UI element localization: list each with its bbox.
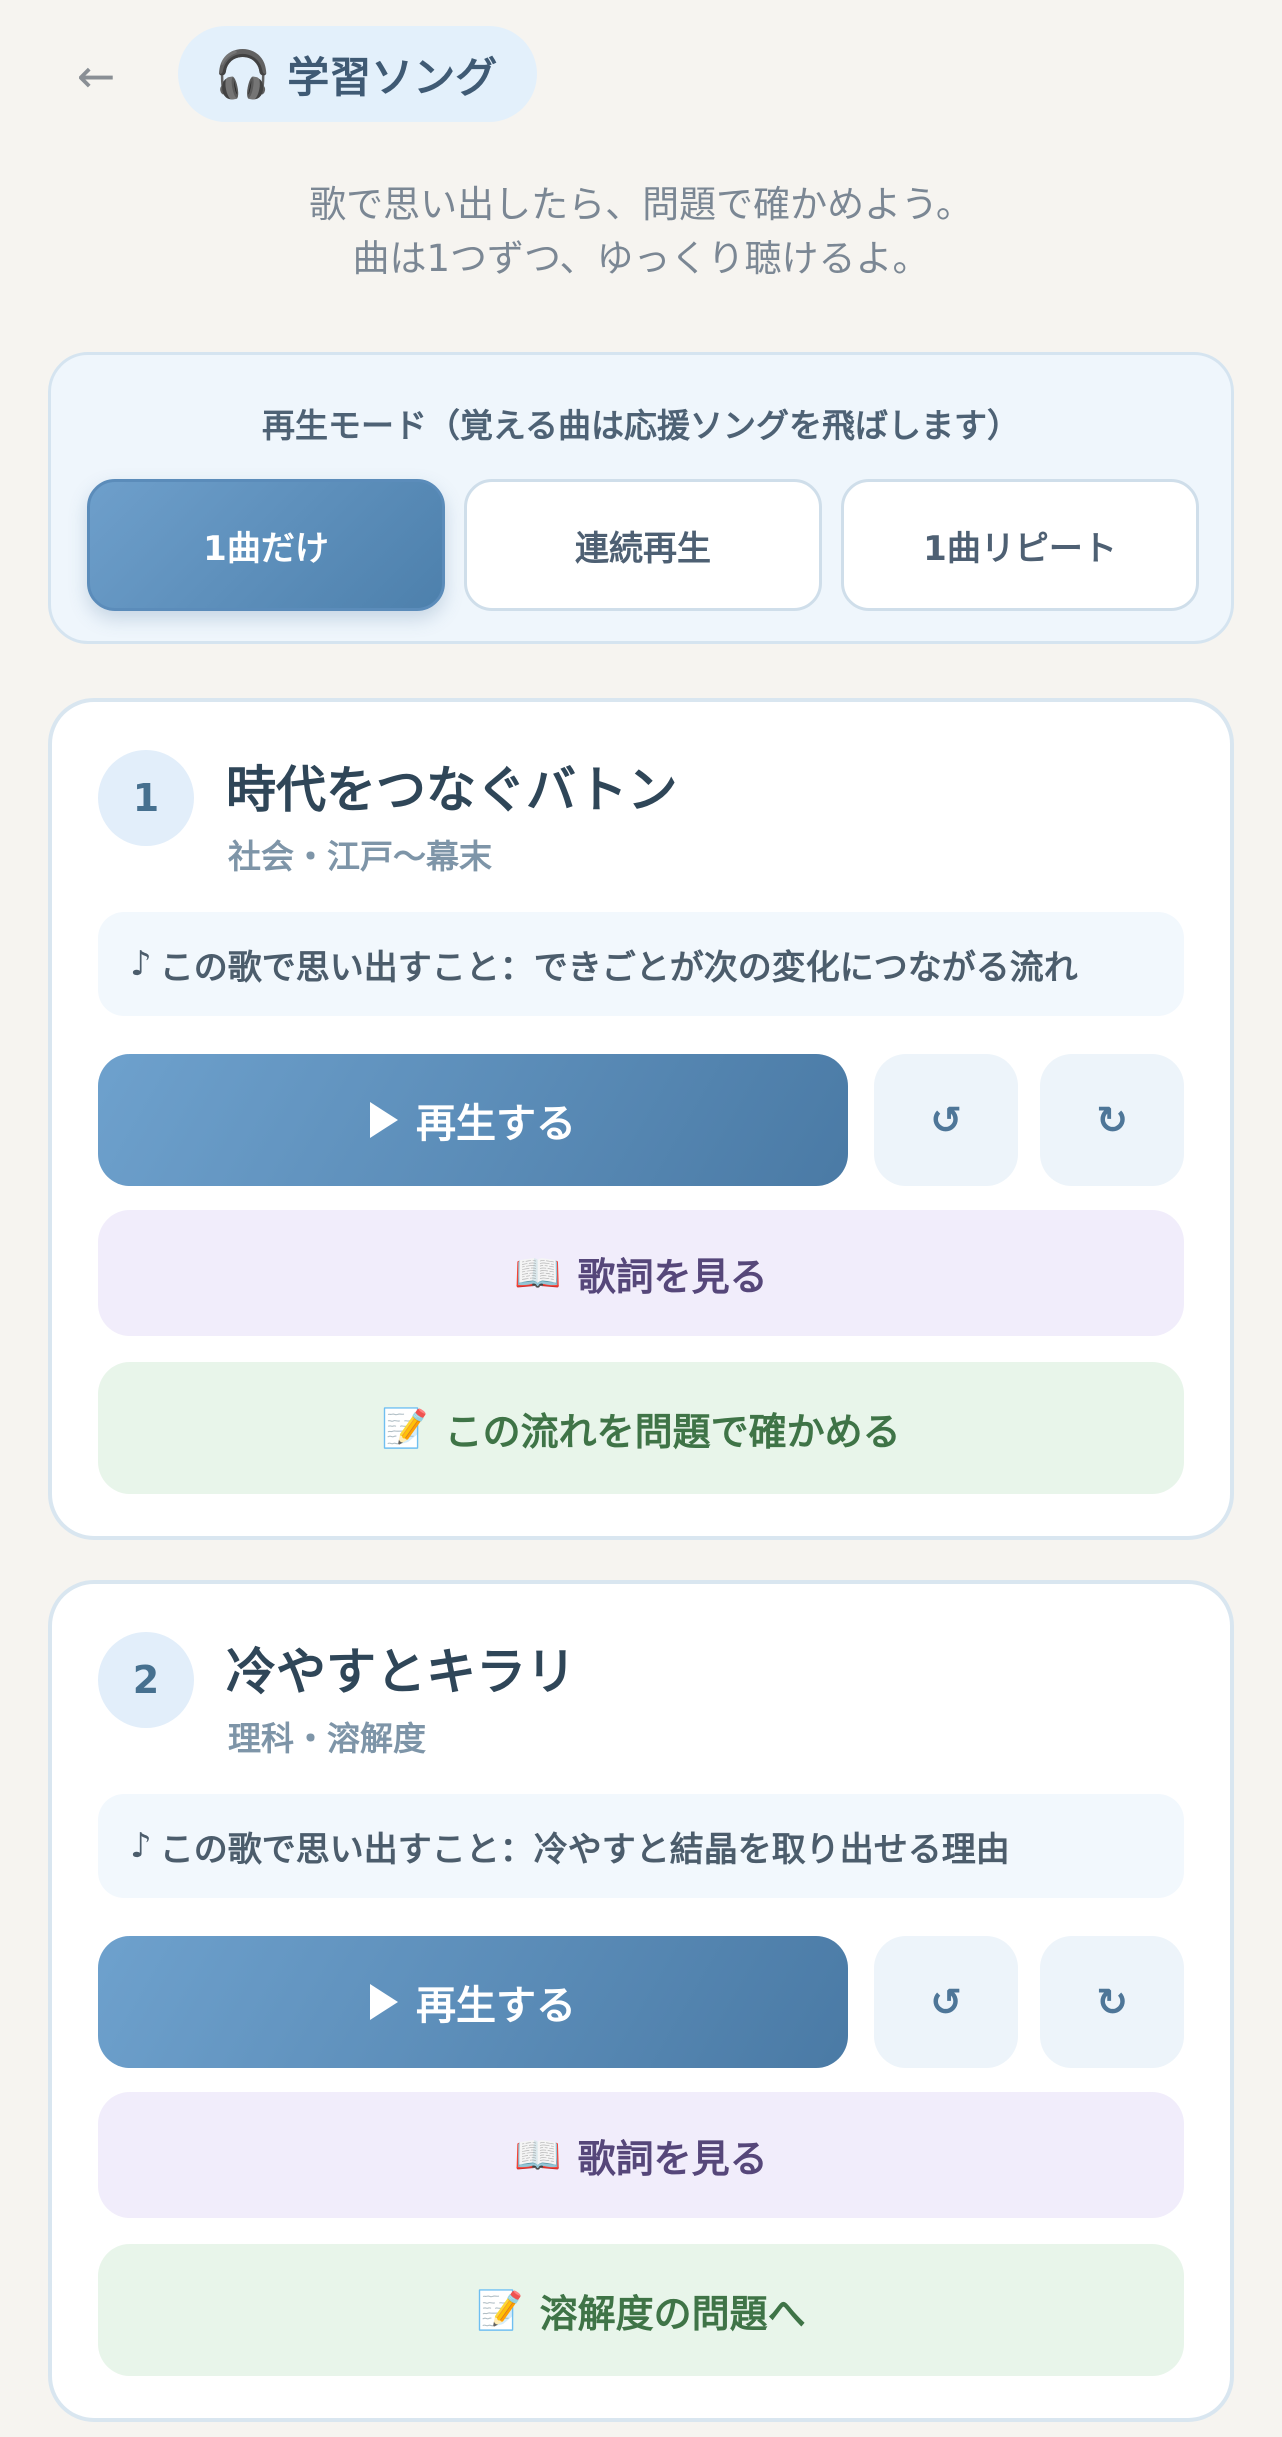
check-questions-label: この流れを問題で確かめる (444, 1409, 901, 1454)
play-label: 再生する (416, 1101, 576, 1147)
forward-button[interactable]: ↻ (1040, 1936, 1184, 2068)
book-icon: 📖 (514, 1251, 562, 1295)
rewind-button[interactable]: ↺ (874, 1054, 1018, 1186)
page-title: 学習ソング (287, 52, 498, 102)
intro-line-1: 歌で思い出したら、問題で確かめよう。 (309, 183, 973, 226)
forward-icon: ↻ (1096, 1098, 1128, 1142)
view-lyrics-label: 歌詞を見る (577, 1254, 768, 1299)
play-label: 再生する (416, 1983, 576, 2029)
playback-mode-panel: 再生モード（覚える曲は応援ソングを飛ばします） 1曲だけ 連続再生 1曲リピート (48, 352, 1234, 644)
rewind-icon: ↺ (930, 1098, 962, 1142)
arrow-left-icon: ← (76, 49, 116, 103)
memo-icon: 📝 (381, 1406, 429, 1450)
song-number: 2 (98, 1632, 194, 1728)
song-title: 冷やすとキラリ (226, 1643, 576, 1701)
page-title-pill: 🎧 学習ソング (178, 26, 538, 122)
song-card: 2 冷やすとキラリ 理科・溶解度 ♪ この歌で思い出すこと：冷やすと結晶を取り出… (48, 1580, 1234, 2422)
playback-mode-title: 再生モード（覚える曲は応援ソングを飛ばします） (261, 406, 1020, 445)
check-questions-button[interactable]: 📝 溶解度の問題へ (98, 2244, 1184, 2376)
music-note-icon: ♪ (130, 1826, 152, 1866)
song-memo-text: この歌で思い出すこと：冷やすと結晶を取り出せる理由 (159, 1829, 1010, 1870)
rewind-icon: ↺ (930, 1980, 962, 2024)
play-icon (370, 1984, 398, 2020)
header: ← 🎧 学習ソング (0, 26, 1282, 122)
view-lyrics-label: 歌詞を見る (577, 2136, 768, 2181)
song-subtitle: 理科・溶解度 (228, 1719, 426, 1758)
view-lyrics-button[interactable]: 📖 歌詞を見る (98, 1210, 1184, 1336)
mode-continuous-button[interactable]: 連続再生 (464, 479, 822, 611)
memo-icon: 📝 (476, 2288, 524, 2332)
play-button[interactable]: 再生する (98, 1054, 848, 1186)
song-memo: ♪ この歌で思い出すこと：冷やすと結晶を取り出せる理由 (98, 1794, 1184, 1898)
play-button[interactable]: 再生する (98, 1936, 848, 2068)
forward-icon: ↻ (1096, 1980, 1128, 2024)
check-questions-button[interactable]: 📝 この流れを問題で確かめる (98, 1362, 1184, 1494)
forward-button[interactable]: ↻ (1040, 1054, 1184, 1186)
view-lyrics-button[interactable]: 📖 歌詞を見る (98, 2092, 1184, 2218)
mode-single-button[interactable]: 1曲だけ (87, 479, 445, 611)
intro-text: 歌で思い出したら、問題で確かめよう。 曲は1つずつ、ゆっくり聴けるよ。 (0, 178, 1282, 286)
song-title: 時代をつなぐバトン (226, 761, 678, 819)
check-questions-label: 溶解度の問題へ (539, 2291, 806, 2336)
book-icon: 📖 (514, 2133, 562, 2177)
rewind-button[interactable]: ↺ (874, 1936, 1018, 2068)
song-memo: ♪ この歌で思い出すこと：できごとが次の変化につながる流れ (98, 912, 1184, 1016)
song-subtitle: 社会・江戸〜幕末 (228, 837, 492, 876)
play-icon (370, 1102, 398, 1138)
back-button[interactable]: ← (60, 50, 132, 102)
song-card: 1 時代をつなぐバトン 社会・江戸〜幕末 ♪ この歌で思い出すこと：できごとが次… (48, 698, 1234, 1540)
song-number: 1 (98, 750, 194, 846)
music-note-icon: ♪ (130, 944, 152, 984)
intro-line-2: 曲は1つずつ、ゆっくり聴けるよ。 (352, 237, 930, 280)
headphones-icon: 🎧 (214, 47, 272, 101)
song-memo-text: この歌で思い出すこと：できごとが次の変化につながる流れ (159, 947, 1078, 988)
mode-repeat-button[interactable]: 1曲リピート (841, 479, 1199, 611)
